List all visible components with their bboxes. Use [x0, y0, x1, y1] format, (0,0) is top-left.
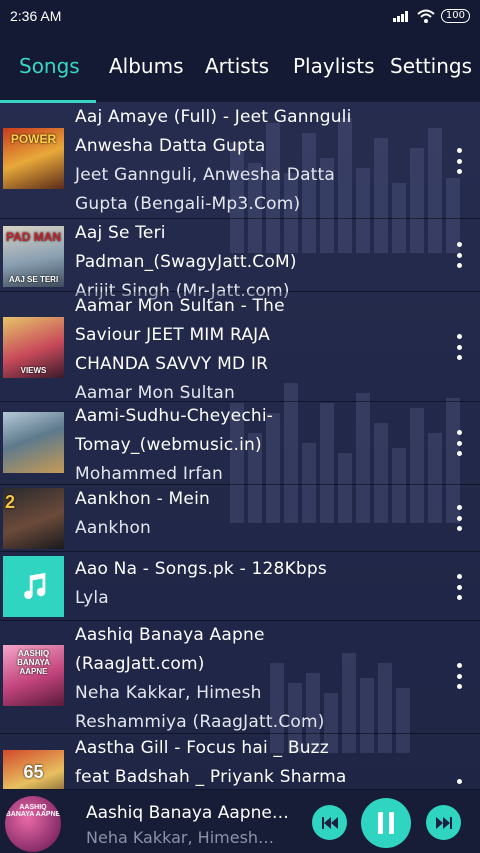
tab-bar: Songs Albums Artists Playlists Settings [0, 32, 480, 103]
more-options-icon[interactable] [456, 505, 462, 531]
album-art: PAD MAN AAJ SE TERI [3, 226, 64, 287]
song-text: Aao Na - Songs.pk - 128Kbps Lyla [75, 555, 440, 613]
song-row[interactable]: 2 Aankhon - Mein Aankhon [0, 485, 480, 552]
song-text: Aashiq Banaya Aapne (RaagJatt.com) Neha … [75, 621, 440, 737]
song-text: Aamar Mon Sultan - The Saviour JEET MIM … [75, 292, 440, 408]
song-row[interactable]: VIEWS Aamar Mon Sultan - The Saviour JEE… [0, 292, 480, 403]
pause-icon [378, 812, 394, 834]
song-artist: Reshammiya (RaagJatt.Com) [75, 712, 325, 732]
song-text: Aastha Gill - Focus hai _ Buzz feat Bads… [75, 734, 440, 789]
song-text: Aami-Sudhu-Cheyechi- Tomay_(webmusic.in)… [75, 402, 440, 489]
now-playing-title: Aashiq Banaya Aapne… [86, 803, 289, 823]
album-art-text: 2 [5, 492, 16, 512]
song-title: Aao Na - Songs.pk - 128Kbps [75, 559, 327, 579]
song-title: CHANDA SAVVY MD IR [75, 354, 269, 374]
tab-settings[interactable]: Settings [390, 54, 472, 78]
song-title: Aamar Mon Sultan - The [75, 296, 285, 316]
song-artist: Aankhon [75, 518, 152, 538]
song-row[interactable]: 65 Aastha Gill - Focus hai _ Buzz feat B… [0, 734, 480, 789]
song-list[interactable]: POWER Aaj Amaye (Full) - Jeet Gannguli A… [0, 103, 480, 789]
album-art: POWER [3, 128, 64, 189]
default-album-art [3, 556, 64, 617]
more-options-icon[interactable] [456, 430, 462, 456]
tab-songs[interactable]: Songs [19, 54, 80, 78]
song-row[interactable]: Aao Na - Songs.pk - 128Kbps Lyla [0, 552, 480, 621]
album-art-text: AASHIQ BANAYA AAPNE [17, 649, 50, 676]
more-options-icon[interactable] [456, 334, 462, 360]
tab-albums[interactable]: Albums [109, 54, 184, 78]
status-icons: 100 [392, 9, 470, 23]
more-options-icon[interactable] [456, 663, 462, 689]
skip-previous-icon [321, 816, 338, 829]
song-title: Aaj Se Teri [75, 223, 166, 243]
song-text: Aankhon - Mein Aankhon [75, 485, 440, 543]
wifi-icon [417, 9, 435, 23]
song-artist: Jeet Gannguli, Anwesha Datta [75, 165, 336, 185]
song-title: Aaj Amaye (Full) - Jeet Gannguli [75, 107, 352, 127]
album-art-caption: AAJ SE TERI [8, 275, 59, 284]
song-text: Aaj Amaye (Full) - Jeet Gannguli Anwesha… [75, 103, 440, 219]
song-artist: Lyla [75, 588, 109, 608]
previous-button[interactable] [312, 805, 347, 840]
song-title: Aastha Gill - Focus hai _ Buzz [75, 738, 329, 758]
album-art-text: PAD MAN [5, 230, 62, 244]
album-art-text: 65 [23, 762, 44, 782]
song-title: Padman_(SwagyJatt.CoM) [75, 252, 297, 272]
song-artist: Neha Kakkar, Himesh [75, 683, 262, 703]
song-row[interactable]: POWER Aaj Amaye (Full) - Jeet Gannguli A… [0, 103, 480, 219]
tab-artists[interactable]: Artists [205, 54, 269, 78]
more-options-icon[interactable] [456, 574, 462, 600]
album-art: VIEWS [3, 317, 64, 378]
now-playing-bar[interactable]: AASHIQ BANAYA AAPNE Aashiq Banaya Aapne…… [0, 789, 480, 853]
status-bar: 2:36 AM 100 [0, 0, 480, 32]
album-art: AASHIQ BANAYA AAPNE [3, 645, 64, 706]
song-row[interactable]: PAD MAN AAJ SE TERI Aaj Se Teri Padman_(… [0, 219, 480, 301]
battery-icon: 100 [440, 9, 470, 23]
song-row[interactable]: Aami-Sudhu-Cheyechi- Tomay_(webmusic.in)… [0, 402, 480, 485]
song-title: Aankhon - Mein [75, 489, 210, 509]
now-playing-artist: Neha Kakkar, Himesh… [86, 828, 275, 847]
album-art-caption: VIEWS [20, 366, 47, 375]
album-art-text: POWER [10, 132, 57, 146]
song-title: Saviour JEET MIM RAJA [75, 325, 270, 345]
song-title: (RaagJatt.com) [75, 654, 205, 674]
song-title: Anwesha Datta Gupta [75, 136, 266, 156]
song-artist: Gupta (Bengali-Mp3.Com) [75, 194, 301, 214]
now-playing-art-text: AASHIQ BANAYA AAPNE [5, 804, 61, 818]
music-note-icon [23, 572, 45, 599]
song-title: Aashiq Banaya Aapne [75, 625, 265, 645]
more-options-icon[interactable] [456, 242, 462, 268]
skip-next-icon [435, 816, 452, 829]
album-art: 65 [3, 750, 64, 789]
status-time: 2:36 AM [10, 8, 62, 24]
song-title: Tomay_(webmusic.in) [75, 435, 262, 455]
tab-playlists[interactable]: Playlists [293, 54, 375, 78]
now-playing-album-art[interactable]: AASHIQ BANAYA AAPNE [5, 796, 61, 852]
album-art [3, 412, 64, 473]
album-art: 2 [3, 488, 64, 549]
signal-icon [392, 11, 408, 22]
tab-indicator [0, 100, 96, 103]
song-title: Aami-Sudhu-Cheyechi- [75, 406, 274, 426]
song-title: feat Badshah _ Priyank Sharma [75, 767, 347, 787]
more-options-icon[interactable] [456, 148, 462, 174]
song-row[interactable]: AASHIQ BANAYA AAPNE Aashiq Banaya Aapne … [0, 621, 480, 734]
more-options-icon[interactable] [456, 779, 462, 789]
next-button[interactable] [426, 805, 461, 840]
pause-button[interactable] [361, 798, 411, 848]
